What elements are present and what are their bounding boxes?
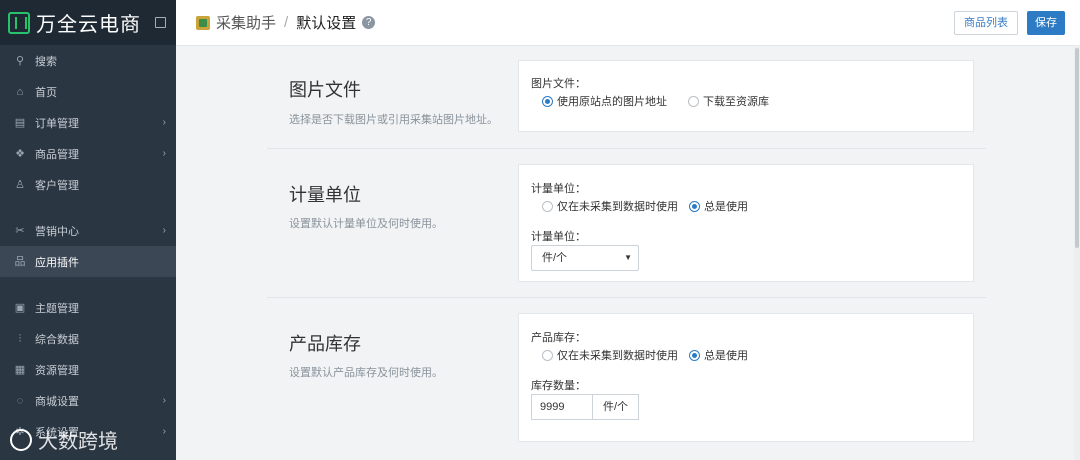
radio-icon	[689, 349, 700, 361]
sidebar-item-marketing[interactable]: ✂ 营销中心 ›	[0, 215, 176, 246]
field-label: 产品库存：	[531, 332, 586, 344]
sidebar-item-label: 商城设置	[35, 395, 79, 408]
page-title: 默认设置	[296, 15, 357, 32]
sidebar-item-label: 首页	[35, 86, 57, 99]
stock-unit-addon: 件/个	[592, 394, 639, 420]
home-icon: ⌂	[16, 85, 24, 98]
section-title: 计量单位	[289, 185, 361, 205]
caret-down-icon: ▼	[624, 253, 632, 262]
breadcrumb: 采集助手 / 默认设置 ?	[196, 12, 376, 33]
section-description: 设置默认产品库存及何时使用。	[289, 367, 443, 379]
chevron-right-icon: ›	[162, 426, 166, 437]
radio-use-when-missing[interactable]: 仅在未采集到数据时使用	[542, 198, 678, 214]
order-icon: ▤	[14, 116, 26, 129]
marketing-icon: ✂	[15, 224, 25, 237]
radio-icon	[542, 95, 553, 107]
search-icon: ⚲	[15, 54, 25, 67]
field-label: 计量单位：	[531, 183, 586, 195]
user-icon: ♙	[15, 178, 25, 191]
settings-icon: ◌	[16, 394, 24, 407]
sidebar-item-label: 商品管理	[35, 148, 79, 161]
chevron-right-icon: ›	[162, 117, 166, 128]
radio-label: 总是使用	[704, 201, 748, 213]
radio-download-to-library[interactable]: 下载至资源库	[688, 93, 769, 109]
stock-quantity-input[interactable]: 9999	[531, 394, 593, 420]
select-label: 计量单位：	[531, 231, 586, 243]
sidebar-divider	[0, 200, 176, 215]
radio-always-use[interactable]: 总是使用	[689, 347, 748, 363]
product-list-button[interactable]: 商品列表	[954, 11, 1018, 35]
radio-label: 仅在未采集到数据时使用	[557, 350, 678, 362]
watermark-text: 大数跨境	[38, 431, 118, 453]
chevron-right-icon: ›	[162, 395, 166, 406]
radio-use-when-missing[interactable]: 仅在未采集到数据时使用	[542, 347, 678, 363]
chart-icon: ⫶	[18, 332, 22, 345]
sidebar-item-customers[interactable]: ♙ 客户管理	[0, 169, 176, 200]
radio-label: 仅在未采集到数据时使用	[557, 201, 678, 213]
select-value: 件/个	[542, 252, 568, 264]
unit-select[interactable]: 件/个 ▼	[531, 245, 639, 271]
sidebar-item-themes[interactable]: ▣ 主题管理	[0, 292, 176, 323]
sidebar-item-store-settings[interactable]: ◌ 商城设置 ›	[0, 385, 176, 416]
radio-icon	[689, 200, 700, 212]
external-link-icon[interactable]	[155, 17, 166, 28]
sidebar-item-label: 应用插件	[35, 256, 79, 269]
qty-label: 库存数量：	[531, 380, 586, 392]
sidebar-item-products[interactable]: ❖ 商品管理 ›	[0, 138, 176, 169]
sidebar: 万全云电商 ⚲ 搜索 ⌂ 首页 ▤ 订单管理 › ❖ 商品管理 › ♙ 客户管理 ✂ 营销中心 ›…	[0, 0, 176, 460]
sitemap-icon: 品	[14, 255, 26, 268]
section-unit: 计量单位 设置默认计量单位及何时使用。 计量单位： 仅在未采集到数据时使用 总是…	[267, 149, 986, 298]
radio-label: 下载至资源库	[703, 96, 769, 108]
image-card: 图片文件： 使用原站点的图片地址 下载至资源库	[518, 60, 974, 132]
section-description: 设置默认计量单位及何时使用。	[289, 218, 443, 230]
radio-label: 使用原站点的图片地址	[557, 96, 667, 108]
sidebar-item-search[interactable]: ⚲ 搜索	[0, 45, 176, 76]
breadcrumb-separator: /	[284, 14, 289, 31]
scrollbar-thumb[interactable]	[1075, 48, 1079, 248]
folder-icon: ▦	[14, 363, 26, 376]
app-icon	[196, 15, 210, 30]
save-button[interactable]: 保存	[1027, 11, 1065, 35]
brand-name: 万全云电商	[36, 14, 141, 36]
radio-icon	[542, 349, 553, 361]
theme-icon: ▣	[14, 301, 26, 314]
sidebar-item-analytics[interactable]: ⫶ 综合数据	[0, 323, 176, 354]
unit-card: 计量单位： 仅在未采集到数据时使用 总是使用 计量单位： 件/个 ▼	[518, 164, 974, 282]
radio-icon	[688, 95, 699, 107]
product-icon: ❖	[15, 147, 25, 160]
section-title: 产品库存	[289, 334, 361, 354]
header: 采集助手 / 默认设置 ? 商品列表 保存	[176, 0, 1080, 46]
sidebar-item-home[interactable]: ⌂ 首页	[0, 76, 176, 107]
sidebar-item-label: 订单管理	[35, 117, 79, 130]
radio-icon	[542, 200, 553, 212]
section-stock: 产品库存 设置默认产品库存及何时使用。 产品库存： 仅在未采集到数据时使用 总是…	[267, 298, 986, 460]
sidebar-item-label: 营销中心	[35, 225, 79, 238]
stock-card: 产品库存： 仅在未采集到数据时使用 总是使用 库存数量： 9999 件/个	[518, 313, 974, 442]
chevron-right-icon: ›	[162, 148, 166, 159]
radio-label: 总是使用	[704, 350, 748, 362]
brand[interactable]: 万全云电商	[0, 0, 176, 45]
section-image: 图片文件 选择是否下载图片或引用采集站图片地址。 图片文件： 使用原站点的图片地…	[267, 48, 986, 149]
field-label: 图片文件：	[531, 78, 586, 90]
sidebar-divider	[0, 277, 176, 292]
radio-use-source-url[interactable]: 使用原站点的图片地址	[542, 93, 667, 109]
section-title: 图片文件	[289, 80, 361, 100]
breadcrumb-app[interactable]: 采集助手	[216, 12, 276, 33]
watermark-logo-icon	[10, 428, 32, 451]
sidebar-item-label: 主题管理	[35, 302, 79, 315]
sidebar-item-label: 客户管理	[35, 179, 79, 192]
sidebar-item-orders[interactable]: ▤ 订单管理 ›	[0, 107, 176, 138]
sidebar-item-label: 搜索	[35, 55, 57, 68]
sidebar-item-plugins[interactable]: 品应用插件	[0, 246, 176, 277]
sidebar-item-label: 资源管理	[35, 364, 79, 377]
radio-always-use[interactable]: 总是使用	[689, 198, 748, 214]
sidebar-item-resources[interactable]: ▦ 资源管理	[0, 354, 176, 385]
sidebar-item-label: 综合数据	[35, 333, 79, 346]
chevron-right-icon: ›	[162, 225, 166, 236]
logo-icon	[8, 11, 30, 34]
watermark: 大数跨境	[10, 425, 118, 454]
help-icon[interactable]: ?	[362, 16, 376, 29]
section-description: 选择是否下载图片或引用采集站图片地址。	[289, 114, 498, 126]
